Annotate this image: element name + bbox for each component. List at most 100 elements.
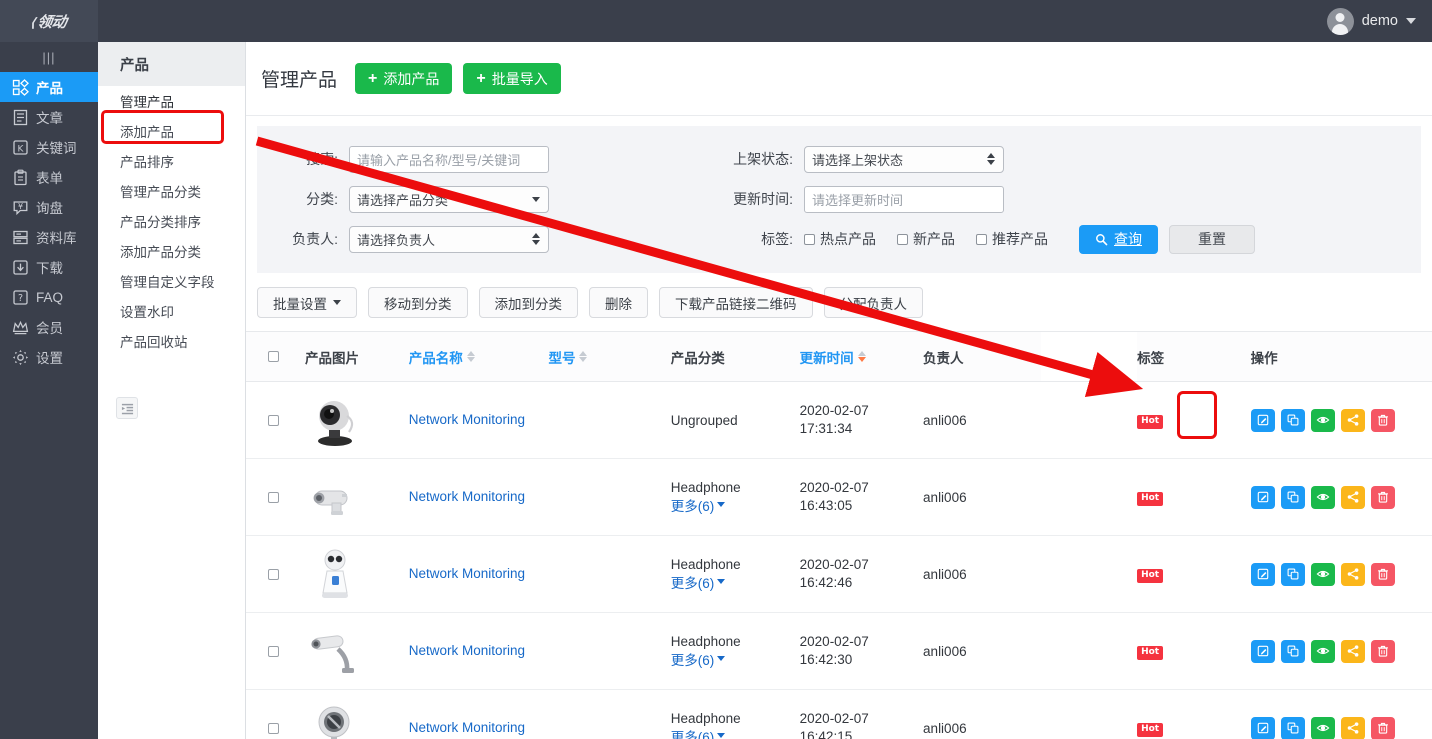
category-select[interactable]: 请选择产品分类 bbox=[349, 186, 549, 213]
delete-button[interactable] bbox=[1371, 409, 1395, 432]
preview-button[interactable] bbox=[1311, 486, 1335, 509]
round-lens-camera-thumb[interactable] bbox=[305, 700, 365, 739]
tag-checkbox-1[interactable]: 热点产品 bbox=[804, 229, 876, 249]
user-menu[interactable]: demo bbox=[1327, 8, 1416, 35]
bullet-camera-thumb[interactable] bbox=[305, 469, 365, 525]
product-name-link[interactable]: Network Monitoring bbox=[409, 566, 525, 581]
delete-button[interactable] bbox=[1371, 563, 1395, 586]
sidebar-item-2[interactable]: 文章 bbox=[0, 102, 98, 132]
share-button[interactable] bbox=[1341, 717, 1365, 739]
submenu-item-1[interactable]: 管理产品 bbox=[98, 86, 245, 116]
category-more-link[interactable]: 更多(6) bbox=[671, 495, 726, 515]
select-all-checkbox[interactable] bbox=[268, 351, 279, 362]
bulk-import-button[interactable]: + 批量导入 bbox=[463, 63, 560, 94]
sidebar-item-5[interactable]: ¥询盘 bbox=[0, 192, 98, 222]
status-select[interactable]: 请选择上架状态 bbox=[804, 146, 1004, 173]
preview-button[interactable] bbox=[1311, 563, 1335, 586]
reset-button[interactable]: 重置 bbox=[1169, 225, 1255, 254]
delete-button[interactable] bbox=[1371, 640, 1395, 663]
share-button[interactable] bbox=[1341, 563, 1365, 586]
sidebar-item-10[interactable]: 设置 bbox=[0, 342, 98, 372]
copy-button[interactable] bbox=[1281, 640, 1305, 663]
update-time-input[interactable]: 请选择更新时间 bbox=[804, 186, 1004, 213]
sidebar-item-9[interactable]: 会员 bbox=[0, 312, 98, 342]
toolbar-button-4[interactable]: 删除 bbox=[589, 287, 648, 318]
copy-button[interactable] bbox=[1281, 563, 1305, 586]
category-select-value: 请选择产品分类 bbox=[357, 190, 448, 209]
submenu-item-3[interactable]: 产品排序 bbox=[98, 146, 245, 176]
toolbar-button-1[interactable]: 批量设置 bbox=[257, 287, 357, 318]
delete-button[interactable] bbox=[1371, 717, 1395, 739]
edit-button[interactable] bbox=[1251, 717, 1275, 739]
edit-button[interactable] bbox=[1251, 640, 1275, 663]
toolbar-button-5[interactable]: 下载产品链接二维码 bbox=[659, 287, 813, 318]
webcam-dome-camera-thumb[interactable] bbox=[305, 392, 365, 448]
product-name-link[interactable]: Network Monitoring bbox=[409, 643, 525, 658]
preview-button[interactable] bbox=[1311, 640, 1335, 663]
submenu-item-9[interactable]: 产品回收站 bbox=[98, 326, 245, 356]
row-checkbox[interactable] bbox=[268, 723, 279, 734]
brand-logo[interactable]: ⟨领动 bbox=[0, 0, 98, 42]
sort-arrows-icon[interactable] bbox=[858, 351, 866, 362]
toolbar-button-2[interactable]: 移动到分类 bbox=[368, 287, 468, 318]
column-header-model[interactable]: 型号 bbox=[548, 332, 670, 382]
sidebar-item-7[interactable]: 下载 bbox=[0, 252, 98, 282]
submenu-item-2[interactable]: 添加产品 bbox=[98, 116, 245, 146]
row-checkbox[interactable] bbox=[268, 492, 279, 503]
toggle-knob bbox=[1022, 653, 1039, 670]
sidebar-item-3[interactable]: K关键词 bbox=[0, 132, 98, 162]
preview-button[interactable] bbox=[1311, 409, 1335, 432]
copy-button[interactable] bbox=[1281, 717, 1305, 739]
share-button[interactable] bbox=[1341, 640, 1365, 663]
toolbar-button-6[interactable]: 分配负责人 bbox=[824, 287, 924, 318]
share-button[interactable] bbox=[1341, 409, 1365, 432]
submenu-item-8[interactable]: 设置水印 bbox=[98, 296, 245, 326]
share-icon bbox=[1346, 490, 1360, 504]
column-header-updated[interactable]: 更新时间 bbox=[800, 332, 923, 382]
submenu-item-4[interactable]: 管理产品分类 bbox=[98, 176, 245, 206]
submenu-item-7[interactable]: 管理自定义字段 bbox=[98, 266, 245, 296]
product-name-link[interactable]: Network Monitoring bbox=[409, 720, 525, 735]
submenu-item-6[interactable]: 添加产品分类 bbox=[98, 236, 245, 266]
submenu-item-5[interactable]: 产品分类排序 bbox=[98, 206, 245, 236]
product-name-link[interactable]: Network Monitoring bbox=[409, 412, 525, 427]
cell-product-name: Network Monitoring bbox=[409, 382, 549, 459]
products-table-head: 产品图片产品名称型号产品分类更新时间负责人上架标签操作 bbox=[246, 332, 1432, 382]
row-checkbox[interactable] bbox=[268, 415, 279, 426]
add-product-button[interactable]: + 添加产品 bbox=[355, 63, 452, 94]
product-name-link[interactable]: Network Monitoring bbox=[409, 489, 525, 504]
toolbar-button-3[interactable]: 添加到分类 bbox=[479, 287, 579, 318]
edit-button[interactable] bbox=[1251, 486, 1275, 509]
robot-camera-thumb[interactable] bbox=[305, 546, 365, 602]
share-button[interactable] bbox=[1341, 486, 1365, 509]
sidebar-item-1[interactable]: 产品 bbox=[0, 72, 98, 102]
category-more-link[interactable]: 更多(6) bbox=[671, 726, 726, 739]
search-input[interactable]: 请输入产品名称/型号/关键词 bbox=[349, 146, 549, 173]
indent-panel-icon[interactable] bbox=[116, 397, 138, 419]
edit-button[interactable] bbox=[1251, 409, 1275, 432]
column-header-label: 产品名称 bbox=[409, 347, 463, 367]
copy-button[interactable] bbox=[1281, 409, 1305, 432]
sort-arrows-icon[interactable] bbox=[467, 351, 475, 362]
preview-button[interactable] bbox=[1311, 717, 1335, 739]
row-checkbox[interactable] bbox=[268, 569, 279, 580]
wall-mount-camera-thumb[interactable] bbox=[305, 623, 365, 679]
sidebar-item-8[interactable]: ?FAQ bbox=[0, 282, 98, 312]
trash-icon bbox=[1376, 721, 1390, 735]
sidebar-item-6[interactable]: 资料库 bbox=[0, 222, 98, 252]
row-checkbox[interactable] bbox=[268, 646, 279, 657]
sidebar-item-4[interactable]: 表单 bbox=[0, 162, 98, 192]
collapse-rail-icon[interactable]: ||| bbox=[0, 42, 98, 72]
column-header-name[interactable]: 产品名称 bbox=[409, 332, 549, 382]
tag-checkbox-2[interactable]: 新产品 bbox=[897, 229, 955, 249]
copy-button[interactable] bbox=[1281, 486, 1305, 509]
category-more-link[interactable]: 更多(6) bbox=[671, 572, 726, 592]
category-more-link[interactable]: 更多(6) bbox=[671, 649, 726, 669]
delete-button[interactable] bbox=[1371, 486, 1395, 509]
owner-select[interactable]: 请选择负责人 bbox=[349, 226, 549, 253]
edit-button[interactable] bbox=[1251, 563, 1275, 586]
checkbox-icon bbox=[804, 234, 815, 245]
tag-checkbox-3[interactable]: 推荐产品 bbox=[976, 229, 1048, 249]
query-button[interactable]: 查询 bbox=[1079, 225, 1158, 254]
sort-arrows-icon[interactable] bbox=[579, 351, 587, 362]
